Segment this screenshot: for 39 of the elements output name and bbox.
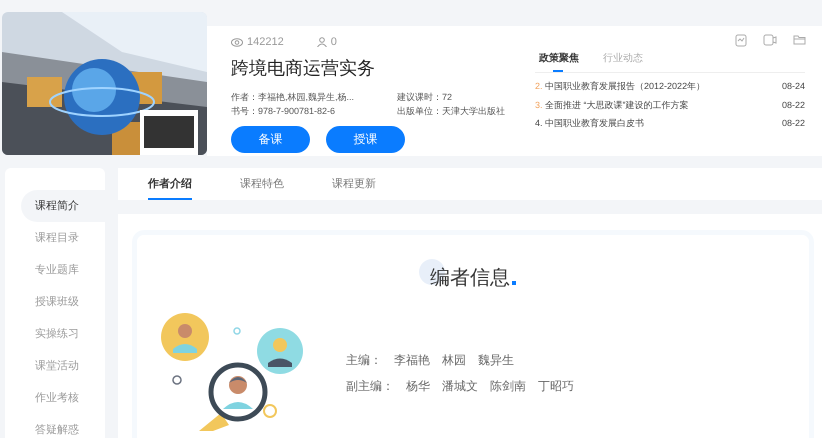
sidebar-item[interactable]: 课堂活动 bbox=[21, 350, 105, 382]
content-tab[interactable]: 作者介绍 bbox=[148, 168, 192, 200]
action-button[interactable]: 备课 bbox=[231, 126, 310, 152]
editor-role: 主编： bbox=[346, 352, 382, 369]
editor-name: 魏异生 bbox=[478, 352, 514, 369]
editor-name: 潘城文 bbox=[442, 378, 478, 395]
video-icon bbox=[763, 34, 777, 46]
eye-icon bbox=[231, 38, 243, 47]
sidebar-item[interactable]: 作业考核 bbox=[21, 382, 105, 414]
people-icon bbox=[316, 37, 327, 48]
content-tab[interactable]: 课程特色 bbox=[240, 168, 284, 200]
sidebar-item[interactable]: 授课班级 bbox=[21, 286, 105, 318]
course-title: 跨境电商运营实务 bbox=[231, 56, 376, 80]
editor-role: 副主编： bbox=[346, 378, 394, 395]
follower-count: 0 bbox=[330, 35, 337, 50]
course-meta-text: 出版单位：天津大学出版社 bbox=[397, 104, 506, 118]
course-meta-text: 书号：978-7-900781-82-6 bbox=[231, 104, 336, 118]
sidebar-item[interactable]: 课程简介 bbox=[21, 190, 105, 222]
section-title: 编者信息 bbox=[430, 266, 510, 291]
sidebar-item[interactable]: 课程目录 bbox=[21, 222, 105, 254]
news-tab[interactable]: 行业动态 bbox=[603, 51, 643, 72]
editor-name: 杨华 bbox=[406, 378, 430, 395]
sidebar-item[interactable]: 实操练习 bbox=[21, 318, 105, 350]
course-meta-text: 建议课时：72 bbox=[397, 90, 454, 104]
editor-name: 李福艳 bbox=[394, 352, 430, 369]
editor-name: 林园 bbox=[442, 352, 466, 369]
news-item[interactable]: 4. 中国职业教育发展白皮书 08-22 bbox=[535, 117, 805, 130]
news-tab[interactable]: 政策聚焦 bbox=[539, 51, 579, 72]
view-count: 142212 bbox=[247, 35, 284, 50]
action-button[interactable]: 授课 bbox=[326, 126, 405, 152]
content-tab[interactable]: 课程更新 bbox=[332, 168, 376, 200]
editor-name: 陈剑南 bbox=[490, 378, 526, 395]
editor-name: 丁昭巧 bbox=[538, 378, 574, 395]
news-item[interactable]: 3. 全面推进 “大思政课”建设的工作方案 08-22 bbox=[535, 98, 805, 112]
folder-icon bbox=[793, 34, 806, 45]
sidebar-item[interactable]: 专业题库 bbox=[21, 254, 105, 286]
course-meta-text: 作者：李福艳,林园,魏异生,杨... bbox=[231, 90, 356, 104]
sidebar-item[interactable]: 答疑解惑 bbox=[21, 414, 105, 438]
news-item[interactable]: 2. 中国职业教育发展报告（2012-2022年） 08-24 bbox=[535, 80, 805, 94]
